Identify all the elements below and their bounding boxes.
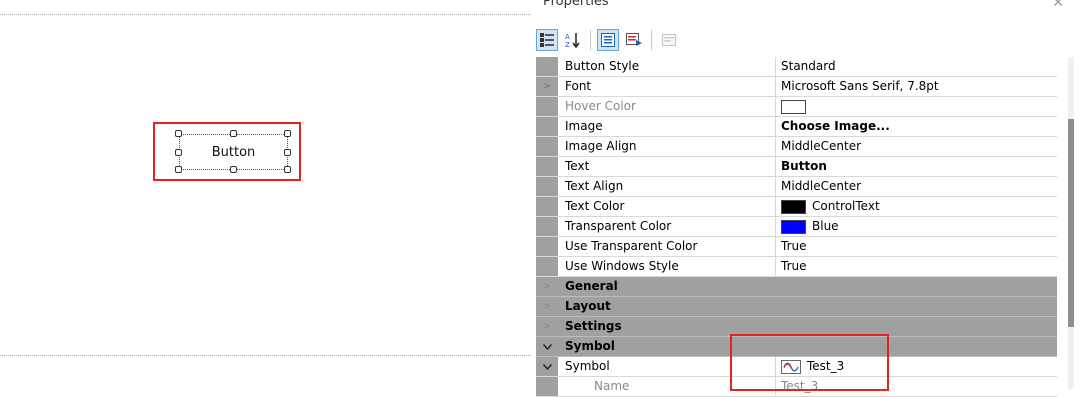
property-value[interactable]: Standard (776, 57, 1057, 76)
symbol-highlight-box (730, 334, 889, 391)
vertical-scrollbar[interactable] (1068, 57, 1074, 389)
expand-chevron-icon[interactable]: > (536, 277, 558, 296)
resize-handle-top-right[interactable] (284, 130, 291, 137)
expand-chevron-icon[interactable]: > (536, 77, 558, 96)
resize-handle-top-left[interactable] (175, 130, 182, 137)
toolbar-separator (651, 30, 652, 50)
alphabetical-icon[interactable]: A Z (562, 29, 584, 51)
bottom-guide-line (0, 355, 531, 356)
property-value[interactable]: Microsoft Sans Serif, 7.8pt (776, 77, 1057, 96)
close-icon[interactable]: ✕ (1052, 0, 1064, 11)
hover-color-swatch (781, 99, 806, 114)
resize-handle-top[interactable] (230, 130, 237, 137)
property-row-hover-color[interactable]: Hover Color (536, 97, 1057, 117)
expand-chevron-icon[interactable]: > (536, 297, 558, 316)
category-label: Layout (565, 299, 611, 313)
property-name: Hover Color (558, 97, 776, 116)
property-value[interactable]: MiddleCenter (776, 177, 1057, 196)
resize-handle-bottom-right[interactable] (284, 166, 291, 173)
property-name: Transparent Color (558, 217, 776, 236)
designer-canvas[interactable]: Button (0, 0, 531, 394)
properties-icon[interactable] (597, 29, 619, 51)
property-row-text-align[interactable]: Text Align MiddleCenter (536, 177, 1057, 197)
selected-button-control[interactable]: Button (179, 134, 288, 170)
text-color-value: ControlText (812, 199, 880, 213)
property-name: Font (558, 77, 776, 96)
svg-text:Z: Z (565, 41, 570, 49)
property-pages-icon[interactable] (658, 29, 680, 51)
property-name: Image Align (558, 137, 776, 156)
property-value[interactable]: ControlText (776, 197, 1057, 216)
button-control-label: Button (211, 144, 256, 160)
events-icon[interactable] (623, 29, 645, 51)
resize-handle-left[interactable] (175, 149, 182, 156)
property-row-button-style[interactable]: Button Style Standard (536, 57, 1057, 77)
resize-handle-bottom-left[interactable] (175, 166, 182, 173)
property-row-image-align[interactable]: Image Align MiddleCenter (536, 137, 1057, 157)
category-general[interactable]: > General (536, 277, 1057, 297)
property-row-font[interactable]: > Font Microsoft Sans Serif, 7.8pt (536, 77, 1057, 97)
svg-text:A: A (565, 33, 570, 41)
property-name: Text (558, 157, 776, 176)
properties-toolbar: A Z (536, 26, 680, 54)
category-label: General (565, 279, 618, 293)
property-name: Use Windows Style (558, 257, 776, 276)
scrollbar-thumb[interactable] (1068, 119, 1074, 327)
property-row-use-windows-style[interactable]: Use Windows Style True (536, 257, 1057, 277)
category-layout[interactable]: > Layout (536, 297, 1057, 317)
property-value[interactable]: Choose Image... (776, 117, 1057, 136)
property-value[interactable]: True (776, 237, 1057, 256)
expand-chevron-icon[interactable]: > (536, 317, 558, 336)
property-value[interactable]: MiddleCenter (776, 137, 1057, 156)
toolbar-separator (590, 30, 591, 50)
property-value[interactable]: True (776, 257, 1057, 276)
property-value[interactable] (776, 97, 1057, 116)
collapse-chevron-icon[interactable] (536, 357, 558, 376)
transparent-color-swatch (781, 219, 806, 234)
panel-title: Properties (543, 0, 609, 9)
property-value[interactable]: Button (776, 157, 1057, 176)
property-name: Text Color (558, 197, 776, 216)
transparent-color-value: Blue (812, 219, 839, 233)
properties-panel: Properties ✕ A Z Button Style Standard >… (531, 0, 1080, 397)
collapse-chevron-icon[interactable] (536, 337, 558, 356)
property-row-use-transparent-color[interactable]: Use Transparent Color True (536, 237, 1057, 257)
property-name: Use Transparent Color (558, 237, 776, 256)
property-row-transparent-color[interactable]: Transparent Color Blue (536, 217, 1057, 237)
text-color-swatch (781, 199, 806, 214)
top-guide-line (0, 14, 531, 15)
property-name: Image (558, 117, 776, 136)
property-row-text[interactable]: Text Button (536, 157, 1057, 177)
property-name: Button Style (558, 57, 776, 76)
property-name: Text Align (558, 177, 776, 196)
resize-handle-bottom[interactable] (230, 166, 237, 173)
property-row-text-color[interactable]: Text Color ControlText (536, 197, 1057, 217)
property-row-image[interactable]: Image Choose Image... (536, 117, 1057, 137)
resize-handle-right[interactable] (284, 149, 291, 156)
property-value[interactable]: Blue (776, 217, 1057, 236)
categorized-icon[interactable] (536, 29, 558, 51)
